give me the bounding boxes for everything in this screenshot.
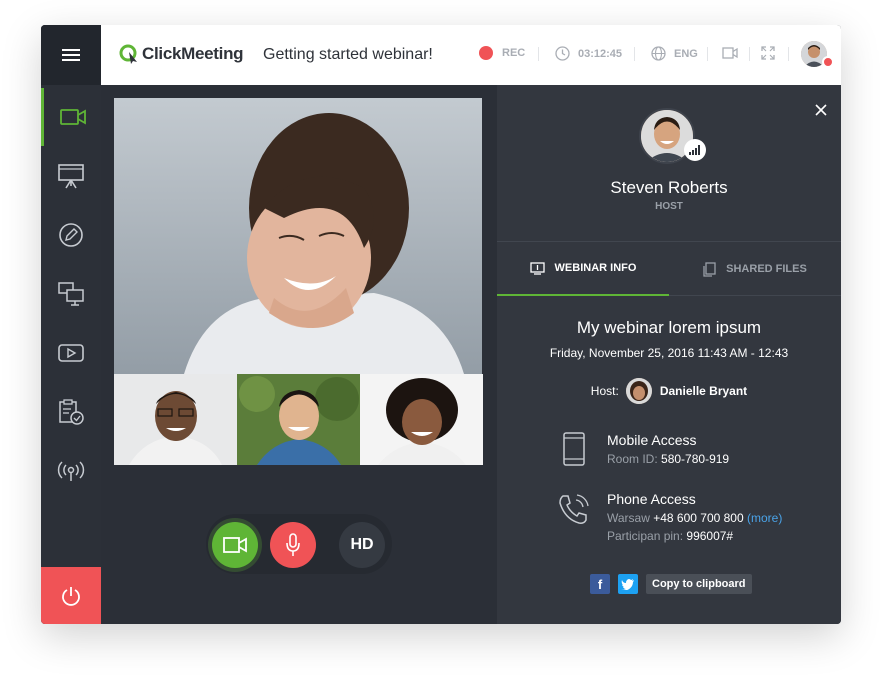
video-camera-icon (223, 537, 247, 553)
sidebar (41, 25, 101, 624)
phone-icon (559, 494, 589, 524)
record-button[interactable]: REC (479, 46, 525, 60)
panel-tabs: WEBINAR INFO SHARED FILES (497, 241, 841, 296)
host-role: HOST (655, 201, 683, 212)
record-dot-icon (479, 46, 493, 60)
webinar-host: Host: Danielle Bryant (497, 378, 841, 404)
participant-video-image (237, 374, 360, 465)
clipboard-check-icon (59, 399, 84, 425)
presenter-video-image (114, 98, 482, 374)
participant-video-image (114, 374, 237, 465)
pin-label: Participan pin: (607, 529, 684, 543)
media-controls: HD (206, 514, 392, 574)
brand-name: ClickMeeting (142, 44, 244, 63)
video-camera-icon (722, 47, 738, 59)
webinar-datetime: Friday, November 25, 2016 11:43 AM - 12:… (549, 346, 789, 360)
app-window: ClickMeeting Getting started webinar! RE… (41, 25, 841, 624)
leave-meeting-button[interactable] (41, 567, 101, 624)
globe-icon (651, 46, 666, 61)
hamburger-menu-button[interactable] (41, 25, 101, 85)
participant-thumbnail[interactable] (114, 374, 237, 465)
fullscreen-icon (761, 46, 775, 60)
broadcast-icon (57, 461, 85, 481)
video-stage: HD (101, 85, 497, 624)
pencil-icon (59, 223, 83, 247)
sidebar-item-screen-share[interactable] (41, 265, 101, 323)
webinar-name: My webinar lorem ipsum (576, 318, 762, 337)
tab-label: WEBINAR INFO (554, 262, 637, 274)
copy-to-clipboard-button[interactable]: Copy to clipboard (646, 574, 752, 594)
files-icon (703, 261, 716, 277)
sidebar-item-whiteboard[interactable] (41, 206, 101, 264)
info-panel: Steven Roberts HOST WEBINAR INFO SHARED … (497, 85, 841, 624)
info-monitor-icon (529, 261, 545, 275)
tab-webinar-info[interactable]: WEBINAR INFO (497, 242, 669, 296)
settings-badge-icon[interactable] (822, 56, 834, 68)
timer-value: 03:12:45 (578, 47, 623, 60)
mobile-access-title: Mobile Access (607, 432, 697, 448)
divider (707, 47, 708, 61)
divider (634, 47, 635, 61)
clickmeeting-logo-icon (119, 44, 137, 64)
fullscreen-button[interactable] (761, 46, 775, 60)
signal-bars-icon (689, 145, 700, 155)
twitter-share-button[interactable] (618, 574, 638, 594)
share-bar: f Copy to clipboard (590, 574, 752, 594)
webinar-title: Getting started webinar! (263, 46, 433, 63)
phone-city: Warsaw (607, 511, 650, 525)
hamburger-icon (62, 49, 80, 61)
sidebar-item-presentation[interactable] (41, 147, 101, 205)
screen-share-icon (58, 282, 84, 306)
divider (538, 47, 539, 61)
room-id-line: Room ID: 580-780-919 (607, 452, 729, 466)
tab-label: SHARED FILES (726, 263, 807, 275)
room-id-label: Room ID: (607, 452, 658, 466)
brand-logo[interactable]: ClickMeeting (119, 44, 244, 64)
webinar-host-avatar-icon (625, 378, 652, 404)
connection-badge (684, 139, 706, 161)
phone-number-line: Warsaw +48 600 700 800 (more) (607, 511, 782, 525)
clock-icon (555, 46, 570, 61)
power-icon (62, 586, 80, 606)
sidebar-item-broadcast[interactable] (41, 442, 101, 500)
language-selector[interactable]: ENG (651, 46, 698, 61)
facebook-share-button[interactable]: f (590, 574, 610, 594)
sidebar-item-video-share[interactable] (41, 324, 101, 382)
pin-line: Participan pin: 996007# (607, 529, 733, 543)
phone-number: +48 600 700 800 (653, 511, 744, 525)
participant-video-image (360, 374, 483, 465)
smartphone-icon (563, 432, 585, 466)
tab-shared-files[interactable]: SHARED FILES (669, 242, 841, 296)
host-name: Steven Roberts (610, 178, 728, 197)
close-icon (815, 104, 827, 116)
webinar-host-name: Danielle Bryant (659, 384, 748, 398)
timer: 03:12:45 (555, 46, 622, 61)
sidebar-item-video[interactable] (41, 88, 101, 146)
close-panel-button[interactable] (815, 103, 827, 121)
microphone-button[interactable] (270, 522, 316, 568)
main-video-feed[interactable] (114, 98, 482, 374)
top-bar: ClickMeeting Getting started webinar! RE… (101, 25, 841, 85)
presentation-icon (58, 164, 84, 189)
twitter-icon (621, 579, 634, 590)
room-id-value: 580-780-919 (661, 452, 730, 466)
youtube-play-icon (58, 344, 84, 362)
more-numbers-link[interactable]: (more) (747, 511, 782, 525)
hd-quality-button[interactable]: HD (339, 522, 385, 568)
phone-access-title: Phone Access (607, 491, 696, 507)
camera-toggle-button[interactable] (722, 47, 738, 59)
host-label: Host: (590, 384, 619, 398)
webinar-host-avatar (625, 378, 652, 404)
pin-value: 996007# (686, 529, 734, 543)
divider (749, 47, 750, 61)
divider (788, 47, 789, 61)
sidebar-item-polls[interactable] (41, 383, 101, 441)
camera-button[interactable] (212, 522, 258, 568)
participant-thumbnail[interactable] (237, 374, 360, 465)
video-camera-icon (59, 109, 86, 125)
microphone-icon (286, 533, 300, 556)
language-value: ENG (674, 47, 698, 60)
participant-thumbnail[interactable] (360, 374, 483, 465)
rec-label: REC (502, 47, 526, 59)
